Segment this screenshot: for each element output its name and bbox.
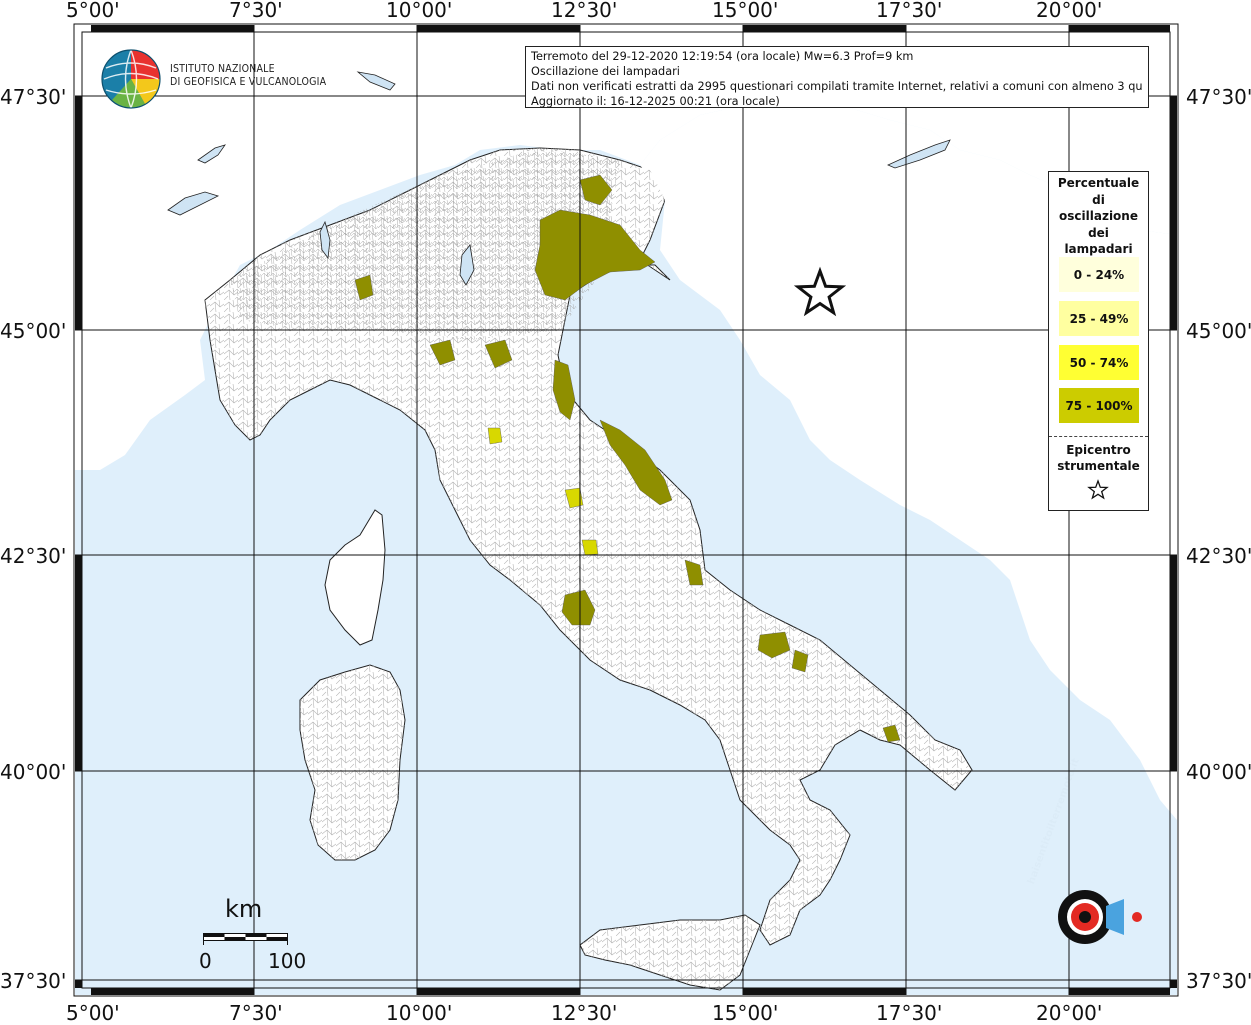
frame-tick-top-3 xyxy=(743,25,906,32)
lon-label-top-10-00: 10°00' xyxy=(386,0,453,22)
scale-bar: km 0 100 xyxy=(195,895,325,975)
frame-tick-bottom-4 xyxy=(1069,988,1170,995)
lat-label-right-47-30: 47°30' xyxy=(1186,85,1251,109)
affected-area-tuscany xyxy=(487,427,503,445)
ingv-line2: DI GEOFISICA E VULCANOLOGIA xyxy=(170,76,327,88)
legend-title: Percentuale di oscillazione dei lampadar… xyxy=(1049,172,1148,258)
legend-separator xyxy=(1049,436,1148,437)
legend-label: 0 - 24% xyxy=(1073,267,1125,282)
frame-tick-left-1 xyxy=(75,96,82,330)
legend-epicenter-label: Epicentro strumentale xyxy=(1049,442,1148,474)
legend-title-line: oscillazione xyxy=(1059,209,1138,223)
hst-speaker-icon xyxy=(1058,890,1142,944)
ingv-globe-icon xyxy=(101,49,161,109)
legend-epicenter-line: strumentale xyxy=(1057,459,1140,473)
lon-label-bottom-10-00: 10°00' xyxy=(386,1001,453,1025)
legend-label: 75 - 100% xyxy=(1065,398,1133,413)
lat-label-left-42-30: 42°30' xyxy=(0,544,67,568)
lat-label-left-45-00: 45°00' xyxy=(0,319,67,343)
frame-tick-right-2 xyxy=(1170,555,1177,771)
legend-epicenter-line: Epicentro xyxy=(1066,443,1131,457)
update-timestamp: Aggiornato il: 16-12-2025 00:21 (ora loc… xyxy=(531,95,780,108)
lon-label-bottom-20-00: 20°00' xyxy=(1036,1001,1103,1025)
frame-tick-bottom-2 xyxy=(417,988,580,995)
municipalities-sardinia xyxy=(300,665,405,860)
lon-label-top-20-00: 20°00' xyxy=(1036,0,1103,22)
hst-logo: haisentitoilterremoto.it xyxy=(1020,862,1150,972)
scale-bar-graphic xyxy=(203,933,288,945)
scale-max: 100 xyxy=(268,949,307,973)
frame-tick-left-2 xyxy=(75,555,82,771)
lon-label-bottom-12-30: 12°30' xyxy=(551,1001,618,1025)
event-title: Terremoto del 29-12-2020 12:19:54 (ora l… xyxy=(531,50,914,63)
legend-title-line: dei xyxy=(1088,225,1109,240)
lat-label-right-42-30: 42°30' xyxy=(1186,544,1251,568)
lat-label-right-40-00: 40°00' xyxy=(1186,760,1251,784)
lon-label-bottom-15-00: 15°00' xyxy=(712,1001,779,1025)
frame-tick-right-3 xyxy=(1170,980,1177,988)
lat-label-left-47-30: 47°30' xyxy=(0,85,67,109)
frame-tick-top-4 xyxy=(1069,25,1170,32)
lon-label-top-15-00: 15°00' xyxy=(712,0,779,22)
lon-label-top-12-30: 12°30' xyxy=(551,0,618,22)
lon-label-top-17-30: 17°30' xyxy=(876,0,943,22)
lon-label-bottom-5-00: 5°00' xyxy=(66,1001,120,1025)
frame-tick-bottom-3 xyxy=(743,988,906,995)
legend-title-line: Percentuale xyxy=(1057,176,1140,190)
legend: Percentuale di oscillazione dei lampadar… xyxy=(1048,171,1149,511)
frame-tick-bottom-1 xyxy=(91,988,254,995)
lat-label-left-37-30: 37°30' xyxy=(0,969,67,993)
legend-title-line: lampadari xyxy=(1064,242,1133,256)
legend-swatch-0-24: 0 - 24% xyxy=(1059,257,1139,292)
frame-tick-top-1 xyxy=(91,25,254,32)
lat-label-left-40-00: 40°00' xyxy=(0,760,67,784)
map-subject: Oscillazione dei lampadari xyxy=(531,65,680,78)
legend-star-icon xyxy=(1087,479,1109,500)
lon-label-top-7-30: 7°30' xyxy=(229,0,283,22)
legend-swatch-50-74: 50 - 74% xyxy=(1059,345,1139,380)
lon-label-top-5-00: 5°00' xyxy=(66,0,120,22)
scale-unit: km xyxy=(225,895,263,923)
ingv-line1: ISTITUTO NAZIONALE xyxy=(170,63,275,75)
ingv-logo: ISTITUTO NAZIONALE DI GEOFISICA E VULCAN… xyxy=(100,48,326,110)
legend-label: 50 - 74% xyxy=(1069,355,1129,370)
scale-min: 0 xyxy=(199,949,212,973)
data-note: Dati non verificati estratti da 2995 que… xyxy=(531,80,1143,93)
frame-tick-left-3 xyxy=(75,980,82,988)
lon-label-bottom-17-30: 17°30' xyxy=(876,1001,943,1025)
legend-swatch-25-49: 25 - 49% xyxy=(1059,301,1139,336)
frame-tick-right-1 xyxy=(1170,96,1177,330)
legend-swatch-75-100: 75 - 100% xyxy=(1059,388,1139,423)
frame-tick-top-2 xyxy=(417,25,580,32)
lat-label-right-45-00: 45°00' xyxy=(1186,319,1251,343)
legend-label: 25 - 49% xyxy=(1069,311,1129,326)
affected-area-lazio-north xyxy=(581,539,599,556)
event-info-box: Terremoto del 29-12-2020 12:19:54 (ora l… xyxy=(525,46,1149,108)
legend-title-line: di xyxy=(1092,192,1105,207)
lat-label-right-37-30: 37°30' xyxy=(1186,969,1251,993)
lon-label-bottom-7-30: 7°30' xyxy=(229,1001,283,1025)
